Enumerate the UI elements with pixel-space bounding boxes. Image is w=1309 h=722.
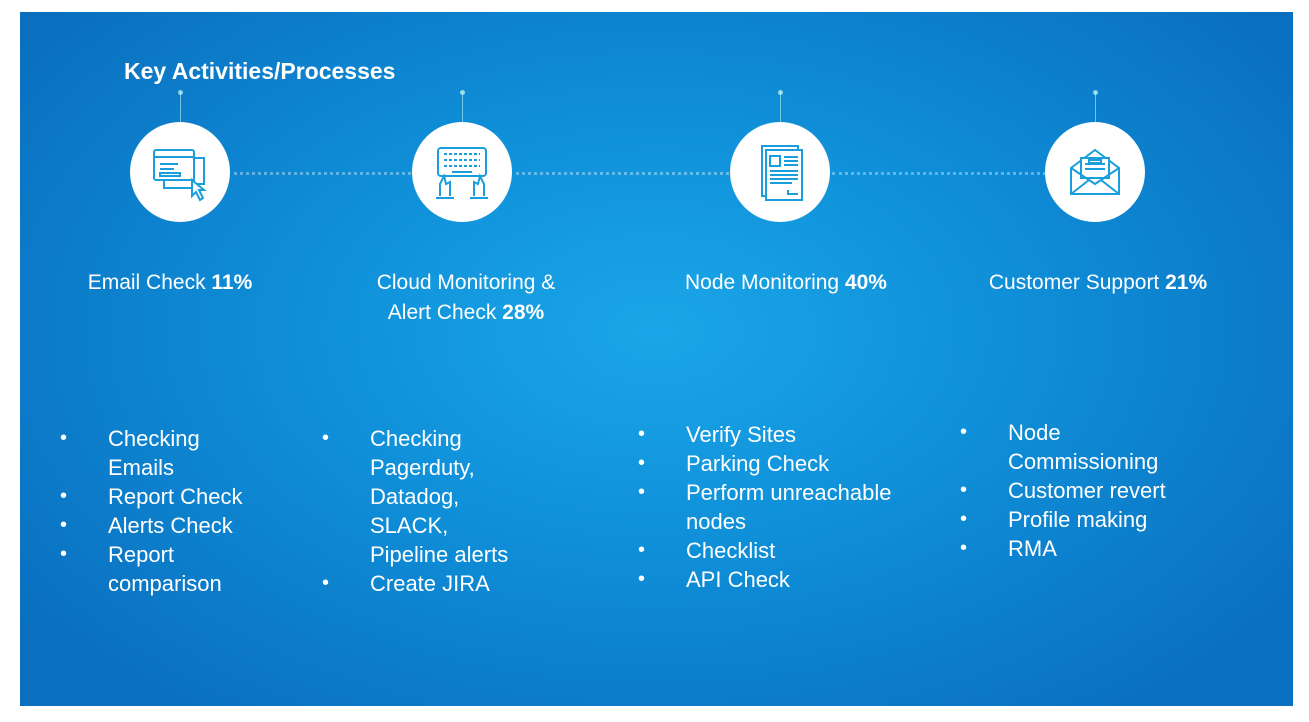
list-item: API Check [638,565,928,594]
document-icon [761,145,803,201]
email-check-list: Checking Emails Report Check Alerts Chec… [60,424,290,598]
envelope-icon [1070,148,1120,195]
cloud-monitoring-percent: 28% [502,301,545,324]
stem-4 [1095,92,1096,122]
stem-1 [180,92,181,122]
list-item: Profile making [960,505,1260,534]
list-item: Parking Check [638,449,928,478]
cloud-monitoring-name-line1: Cloud Monitoring & [376,271,556,294]
customer-support-percent: 21% [1165,271,1208,294]
customer-support-heading: Customer Support 21% [948,268,1248,298]
list-item: Customer revert [960,476,1260,505]
stem-dot-4 [1093,90,1098,95]
stem-dot-1 [178,90,183,95]
slide-title: Key Activities/Processes [124,58,396,84]
list-item: Alerts Check [60,511,290,540]
list-item: Verify Sites [638,420,928,449]
node-monitoring-name: Node Monitoring [685,271,845,294]
list-item: Checklist [638,536,928,565]
list-item: Report Check [60,482,290,511]
email-check-circle [130,122,230,222]
email-check-name: Email Check [87,271,212,294]
stem-dot-2 [460,90,465,95]
list-item: Checking Emails [60,424,228,482]
list-item: Perform unreachable nodes [638,478,916,536]
node-monitoring-percent: 40% [844,271,887,294]
keyboard-hands-icon [436,147,488,199]
email-check-percent: 11% [211,271,253,294]
cloud-monitoring-heading: Cloud Monitoring & Alert Check 28% [320,268,612,328]
node-monitoring-heading: Node Monitoring 40% [646,268,926,298]
email-check-heading: Email Check 11% [50,268,290,298]
connector-2-3 [516,172,729,175]
customer-support-list: Node Commissioning Customer revert Profi… [960,418,1260,563]
node-monitoring-list: Verify Sites Parking Check Perform unrea… [638,420,928,594]
browser-cursor-icon [153,149,207,202]
slide-background: Key Activities/Processes Email Check 11%… [20,12,1293,706]
cloud-monitoring-list: Checking Pagerduty, Datadog, SLACK, Pipe… [322,424,552,598]
cloud-monitoring-circle [412,122,512,222]
connector-1-2 [234,172,411,175]
customer-support-circle [1045,122,1145,222]
list-item: Report comparison [60,540,228,598]
cloud-monitoring-name-line2: Alert Check [387,301,503,324]
connector-3-4 [832,172,1046,175]
list-item: Checking Pagerduty, Datadog, SLACK, Pipe… [322,424,530,569]
list-item: Create JIRA [322,569,552,598]
stem-dot-3 [778,90,783,95]
list-item: RMA [960,534,1260,563]
node-monitoring-circle [730,122,830,222]
list-item: Node Commissioning [960,418,1208,476]
stem-2 [462,92,463,122]
customer-support-name: Customer Support [988,271,1166,294]
stem-3 [780,92,781,122]
